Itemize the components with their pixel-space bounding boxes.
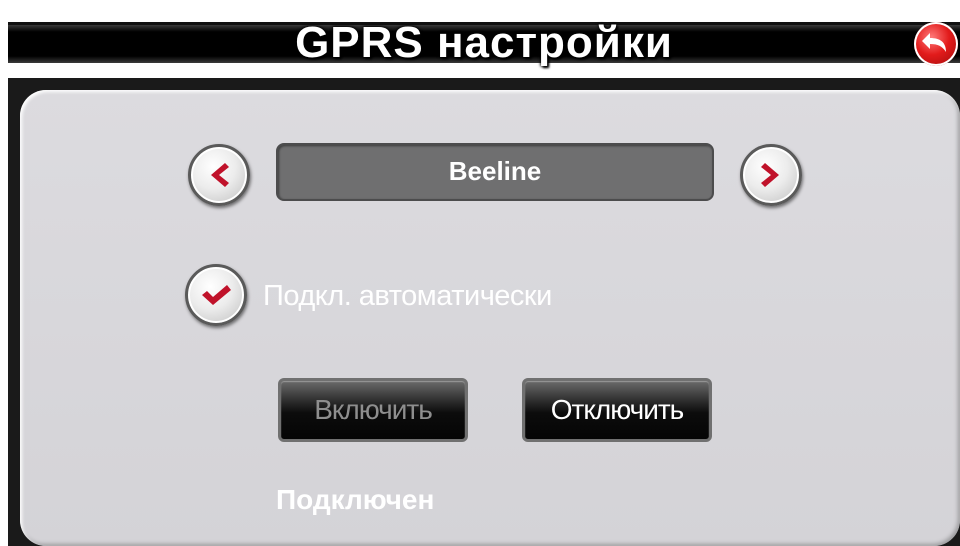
page-title: GPRS настройки: [295, 18, 673, 67]
enable-button[interactable]: Включить: [278, 378, 468, 442]
next-profile-button[interactable]: [740, 144, 802, 206]
disable-button[interactable]: Отключить: [522, 378, 712, 442]
auto-connect-label: Подкл. автоматически: [263, 280, 552, 312]
chevron-left-icon: [191, 147, 247, 203]
back-arrow-icon: [922, 33, 946, 52]
back-button[interactable]: [914, 22, 958, 66]
auto-connect-checkbox[interactable]: [185, 264, 247, 326]
checkmark-icon: [188, 267, 244, 323]
gprs-settings-screen: GPRS настройки Beeline Подкл. автоматиче…: [0, 0, 960, 546]
profile-name-display: Beeline: [276, 143, 714, 201]
chevron-right-icon: [743, 147, 799, 203]
title-bar: GPRS настройки: [8, 0, 960, 78]
connection-status: Подключен: [276, 484, 435, 515]
prev-profile-button[interactable]: [188, 144, 250, 206]
